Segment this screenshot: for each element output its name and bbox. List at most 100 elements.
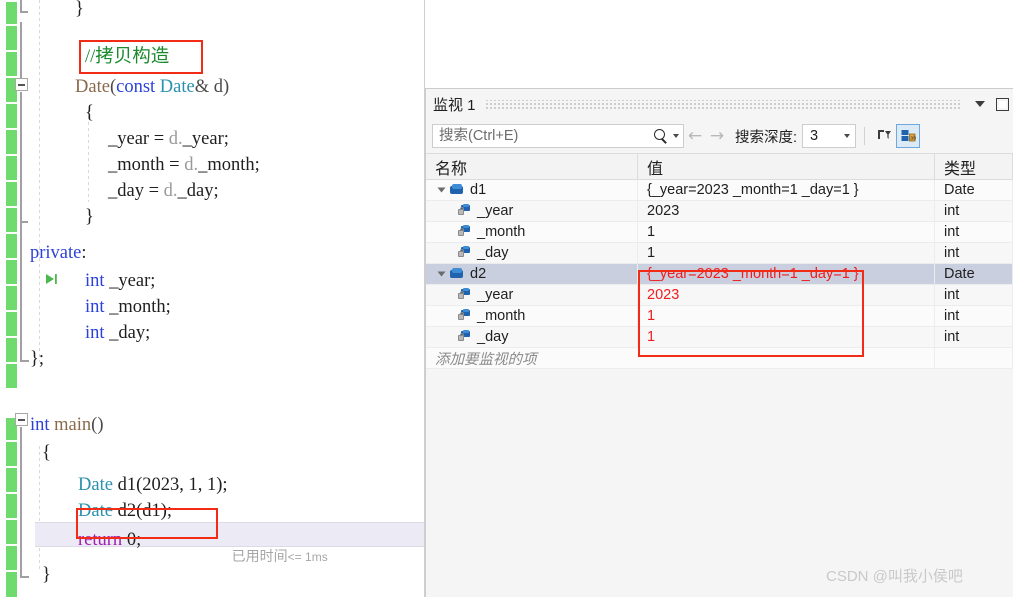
code-token: _day; [104, 323, 151, 343]
watch-row-name-cell[interactable]: _year [426, 285, 638, 305]
code-token: int [85, 323, 105, 343]
code-line[interactable]: _year = d._year; [108, 126, 229, 152]
code-line[interactable]: Date d2(d1); [78, 498, 172, 524]
run-to-cursor-arrow-icon[interactable] [44, 272, 58, 286]
code-line[interactable]: int _day; [85, 320, 150, 346]
watch-row-name: _year [477, 287, 514, 303]
watch-row[interactable]: _month 1 int [426, 306, 1013, 327]
code-token: return [78, 530, 123, 550]
code-token: 2023 [142, 475, 180, 495]
code-line[interactable]: Date d1(2023, 1, 1); [78, 472, 228, 498]
code-line[interactable]: } [85, 204, 94, 230]
object-icon [450, 184, 464, 196]
csdn-watermark: CSDN @叫我小侯吧 [826, 568, 963, 585]
watch-row-type: int [935, 285, 1013, 305]
code-line[interactable]: }; [30, 346, 44, 372]
pin-filter-icon [878, 130, 892, 139]
search-input[interactable] [439, 126, 654, 146]
watch-window-titlebar[interactable]: 监视 1 [426, 89, 1013, 119]
watch-row-name-cell[interactable]: d1 [426, 180, 638, 200]
watch-row-value[interactable]: 1 [638, 243, 935, 263]
watch-row-value[interactable]: 2023 [638, 285, 935, 305]
watch-row-name-cell[interactable]: d2 [426, 264, 638, 284]
search-next-button[interactable]: → [706, 124, 728, 148]
code-editor-pane[interactable]: }//拷贝构造 Date(const Date& d){_year = d._ye… [0, 0, 425, 597]
code-token: int [85, 297, 105, 317]
codelens-elapsed-value: <= 1ms [287, 550, 328, 564]
code-line[interactable]: { [85, 100, 94, 126]
code-line[interactable]: { [42, 440, 51, 466]
code-line[interactable]: _day = d._day; [108, 178, 219, 204]
code-token: }; [30, 349, 45, 369]
watch-row-type: int [935, 201, 1013, 221]
column-header-type[interactable]: 类型 [935, 154, 1013, 179]
code-line[interactable]: Date(const Date& d) [75, 74, 229, 100]
watch-row[interactable]: _day 1 int [426, 243, 1013, 264]
watch-row-name-cell[interactable]: _year [426, 201, 638, 221]
code-line[interactable]: int _month; [85, 294, 171, 320]
code-line[interactable]: } [42, 562, 51, 588]
expander-triangle-icon[interactable] [437, 271, 446, 277]
watch-window[interactable]: 监视 1 ← → 搜索深度: 3 [425, 88, 1013, 597]
code-line[interactable]: //拷贝构造 [85, 44, 169, 70]
watch-row[interactable]: d1 {_year=2023 _month=1 _day=1 } Date [426, 180, 1013, 201]
watch-row-name-cell[interactable]: _day [426, 243, 638, 263]
watch-row-type: Date [935, 264, 1013, 284]
code-token: & d) [194, 77, 230, 97]
code-line[interactable]: private: [30, 240, 87, 266]
search-prev-button[interactable]: ← [684, 124, 706, 148]
watch-row-value[interactable]: 2023 [638, 201, 935, 221]
watch-row[interactable]: _year 2023 int [426, 201, 1013, 222]
search-depth-combo[interactable]: 3 [802, 124, 857, 148]
search-options-chevron-down-icon[interactable] [673, 134, 679, 138]
hex-display-button[interactable]: ab [896, 124, 921, 148]
watch-row-value[interactable]: {_year=2023 _month=1 _day=1 } [638, 264, 935, 284]
filter-pin-button[interactable] [872, 124, 896, 148]
code-token: } [42, 565, 51, 585]
watch-row-value[interactable]: 1 [638, 306, 935, 326]
watch-row-value[interactable]: {_year=2023 _month=1 _day=1 } [638, 180, 935, 200]
code-token: _day; [177, 181, 219, 201]
watch-row-type: int [935, 306, 1013, 326]
code-token: const [116, 77, 156, 97]
code-token: : [81, 243, 87, 263]
watch-row-name-cell[interactable]: _month [426, 306, 638, 326]
code-token: _year = [108, 129, 169, 149]
column-header-name[interactable]: 名称 [426, 154, 638, 179]
code-text[interactable]: }//拷贝构造 Date(const Date& d){_year = d._ye… [0, 0, 425, 597]
watch-grid[interactable]: 名称 值 类型 d1 {_year=2023 _month=1 _day=1 } D… [426, 153, 1013, 369]
watch-row[interactable]: _day 1 int [426, 327, 1013, 348]
code-line[interactable]: int main() [30, 412, 103, 438]
search-box[interactable] [432, 124, 684, 148]
screenshot-root: }//拷贝构造 Date(const Date& d){_year = d._ye… [0, 0, 1013, 597]
watch-row-name: _year [477, 203, 514, 219]
column-header-value[interactable]: 值 [638, 154, 935, 179]
code-line[interactable]: _month = d._month; [108, 152, 260, 178]
code-token: { [85, 103, 94, 123]
svg-text:ab: ab [910, 136, 916, 142]
code-line[interactable]: return 0; [78, 527, 141, 553]
watch-add-item-placeholder[interactable]: 添加要监视的项 [426, 348, 638, 368]
watch-row[interactable]: _year 2023 int [426, 285, 1013, 306]
window-menu-dropdown-button[interactable] [969, 93, 991, 115]
watch-row-name-cell[interactable]: _month [426, 222, 638, 242]
search-depth-chevron-down-icon[interactable] [844, 134, 851, 138]
code-token: Date [75, 77, 110, 97]
watch-add-item-value[interactable] [638, 348, 935, 368]
code-line[interactable]: } [75, 0, 84, 22]
watch-row-value[interactable]: 1 [638, 222, 935, 242]
expander-triangle-icon[interactable] [437, 187, 446, 193]
code-token: _month; [104, 297, 171, 317]
watch-row-value[interactable]: 1 [638, 327, 935, 347]
code-token: 1 [188, 475, 198, 495]
watch-row[interactable]: _month 1 int [426, 222, 1013, 243]
watch-toolbar[interactable]: ← → 搜索深度: 3 ab [426, 119, 1013, 153]
code-line[interactable]: int _year; [85, 268, 155, 294]
watch-row-name: d1 [470, 182, 487, 198]
titlebar-drag-dots[interactable] [484, 99, 960, 109]
watch-row-name-cell[interactable]: _day [426, 327, 638, 347]
watch-grid-body[interactable]: d1 {_year=2023 _month=1 _day=1 } Date _year… [426, 180, 1013, 369]
window-pin-button[interactable] [991, 93, 1013, 115]
watch-add-item-row[interactable]: 添加要监视的项 [426, 348, 1013, 369]
watch-row[interactable]: d2 {_year=2023 _month=1 _day=1 } Date [426, 264, 1013, 285]
